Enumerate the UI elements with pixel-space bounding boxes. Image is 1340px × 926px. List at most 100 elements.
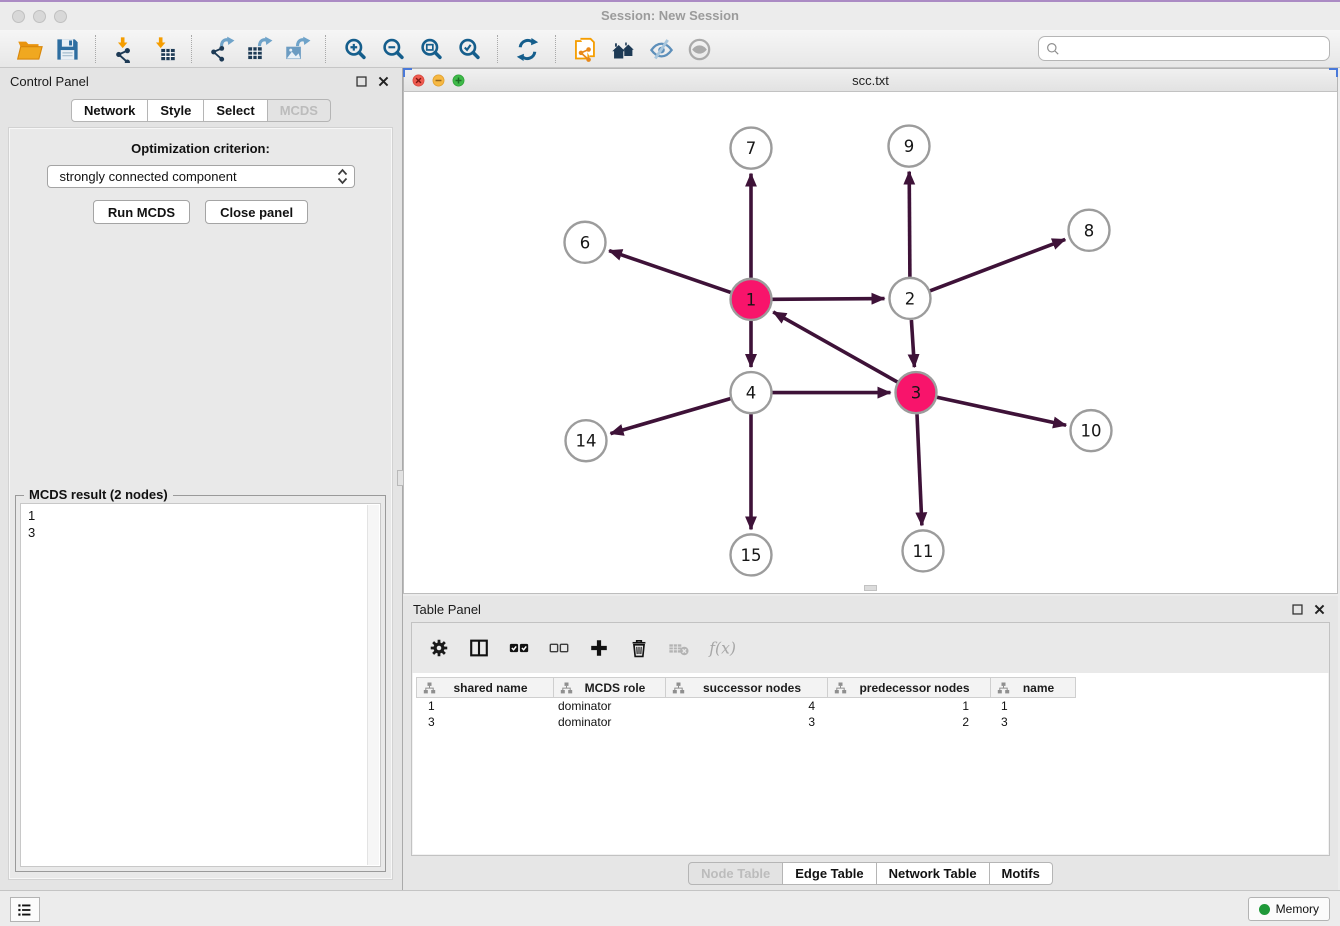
float-panel-icon[interactable] [352,72,370,90]
import-table-button[interactable] [144,33,182,65]
graph-edge-3-10[interactable] [937,397,1066,425]
table-cell[interactable]: 1 [416,698,554,714]
gear-icon [428,637,450,659]
graph-node-8[interactable]: 8 [1069,210,1110,251]
close-panel-button[interactable]: Close panel [205,200,308,224]
table-cell[interactable]: dominator [554,698,666,714]
mcds-result-scrollbar[interactable] [367,505,379,865]
show-panels-button[interactable] [10,897,40,922]
eye-slash-icon [648,36,675,63]
fx-icon: f(x) [708,637,738,659]
folder-open-icon [16,36,43,63]
import-network-button[interactable] [106,33,144,65]
save-session-button[interactable] [48,33,86,65]
create-column-button[interactable] [588,637,610,659]
graph-node-15[interactable]: 15 [731,534,772,575]
zoom-in-button[interactable] [336,33,374,65]
column-header-shared-name[interactable]: shared name [416,677,554,698]
graph-node-10[interactable]: 10 [1071,410,1112,451]
delete-table-button [668,637,690,659]
tab-edge-table[interactable]: Edge Table [783,862,876,885]
refresh-icon [514,36,541,63]
plus-icon [588,637,610,659]
graph-node-3[interactable]: 3 [896,372,937,413]
hide-columns-button[interactable] [548,637,570,659]
tab-style[interactable]: Style [148,99,204,122]
optimization-criterion-dropdown[interactable]: strongly connected component [47,165,355,188]
graph-node-11[interactable]: 11 [903,530,944,571]
export-network-button[interactable] [202,33,240,65]
column-header-successor-nodes[interactable]: successor nodes [666,677,828,698]
delete-column-button[interactable] [628,637,650,659]
graph-edge-3-1[interactable] [773,312,897,382]
graph-edge-1-2[interactable] [773,299,885,300]
tab-mcds[interactable]: MCDS [268,99,331,122]
graph-node-7[interactable]: 7 [731,128,772,169]
graph-edge-4-14[interactable] [611,399,731,434]
column-header-predecessor-nodes[interactable]: predecessor nodes [828,677,991,698]
graph-node-2[interactable]: 2 [890,278,931,319]
export-image-button[interactable] [278,33,316,65]
table-cell[interactable]: 2 [828,714,991,730]
zoom-out-button[interactable] [374,33,412,65]
table-cell[interactable]: 3 [416,714,554,730]
show-columns-button[interactable] [508,637,530,659]
zoom-selected-button[interactable] [450,33,488,65]
graph-edge-2-8[interactable] [930,239,1065,290]
column-header-MCDS-role[interactable]: MCDS role [554,677,666,698]
chevron-updown-icon [336,168,349,185]
apply-layout-button[interactable] [508,33,546,65]
tab-select[interactable]: Select [204,99,267,122]
table-header-row: shared nameMCDS rolesuccessor nodesprede… [416,677,1329,698]
tab-node-table[interactable]: Node Table [688,862,783,885]
mcds-result-text: 1 3 [28,507,380,541]
table-cell[interactable]: 3 [666,714,828,730]
graph-edge-3-11[interactable] [917,414,922,525]
table-cell[interactable]: 1 [828,698,991,714]
toggle-panel-split-button[interactable] [468,637,490,659]
svg-text:7: 7 [746,139,756,158]
svg-text:9: 9 [904,137,914,156]
graph-node-9[interactable]: 9 [889,126,930,167]
graph-node-6[interactable]: 6 [565,222,606,263]
search-box[interactable] [1038,36,1330,61]
memory-button[interactable]: Memory [1248,897,1330,921]
graph-node-1[interactable]: 1 [731,279,772,320]
show-all-networks-button[interactable] [604,33,642,65]
graph-edge-2-3[interactable] [911,320,914,367]
table-row[interactable]: 1dominator411 [416,698,1329,714]
tab-network-table[interactable]: Network Table [877,862,990,885]
open-session-button[interactable] [10,33,48,65]
graph-node-14[interactable]: 14 [566,420,607,461]
table-cell[interactable]: 1 [991,698,1076,714]
node-table: shared nameMCDS rolesuccessor nodesprede… [416,677,1329,730]
zoom-fit-button[interactable] [412,33,450,65]
graph-edge-2-9[interactable] [909,172,910,277]
org-tree-icon [672,682,685,694]
run-mcds-button[interactable]: Run MCDS [93,200,190,224]
zoom-selected-icon [456,36,483,63]
graph-edge-1-6[interactable] [609,251,731,293]
graph-node-4[interactable]: 4 [731,372,772,413]
mcds-result-groupbox: MCDS result (2 nodes) 1 3 [15,495,386,872]
table-row[interactable]: 3dominator323 [416,714,1329,730]
new-network-from-file-button[interactable] [566,33,604,65]
column-header-name[interactable]: name [991,677,1076,698]
tab-network[interactable]: Network [71,99,148,122]
svg-text:8: 8 [1084,221,1094,240]
canvas-resize-grip[interactable] [864,585,877,591]
close-table-panel-icon[interactable] [1310,600,1328,618]
hide-network-button[interactable] [642,33,680,65]
table-cell[interactable]: 4 [666,698,828,714]
titlebar: Session: New Session [0,2,1340,30]
close-panel-icon[interactable] [374,72,392,90]
float-table-panel-icon[interactable] [1288,600,1306,618]
table-settings-button[interactable] [428,637,450,659]
import-network-icon [112,36,139,63]
network-canvas[interactable]: 7 9 6 8 1 2 4 3 14 10 15 11 [403,92,1338,594]
tab-motifs[interactable]: Motifs [990,862,1053,885]
table-cell[interactable]: 3 [991,714,1076,730]
search-input[interactable] [1065,40,1323,57]
table-cell[interactable]: dominator [554,714,666,730]
export-table-button[interactable] [240,33,278,65]
